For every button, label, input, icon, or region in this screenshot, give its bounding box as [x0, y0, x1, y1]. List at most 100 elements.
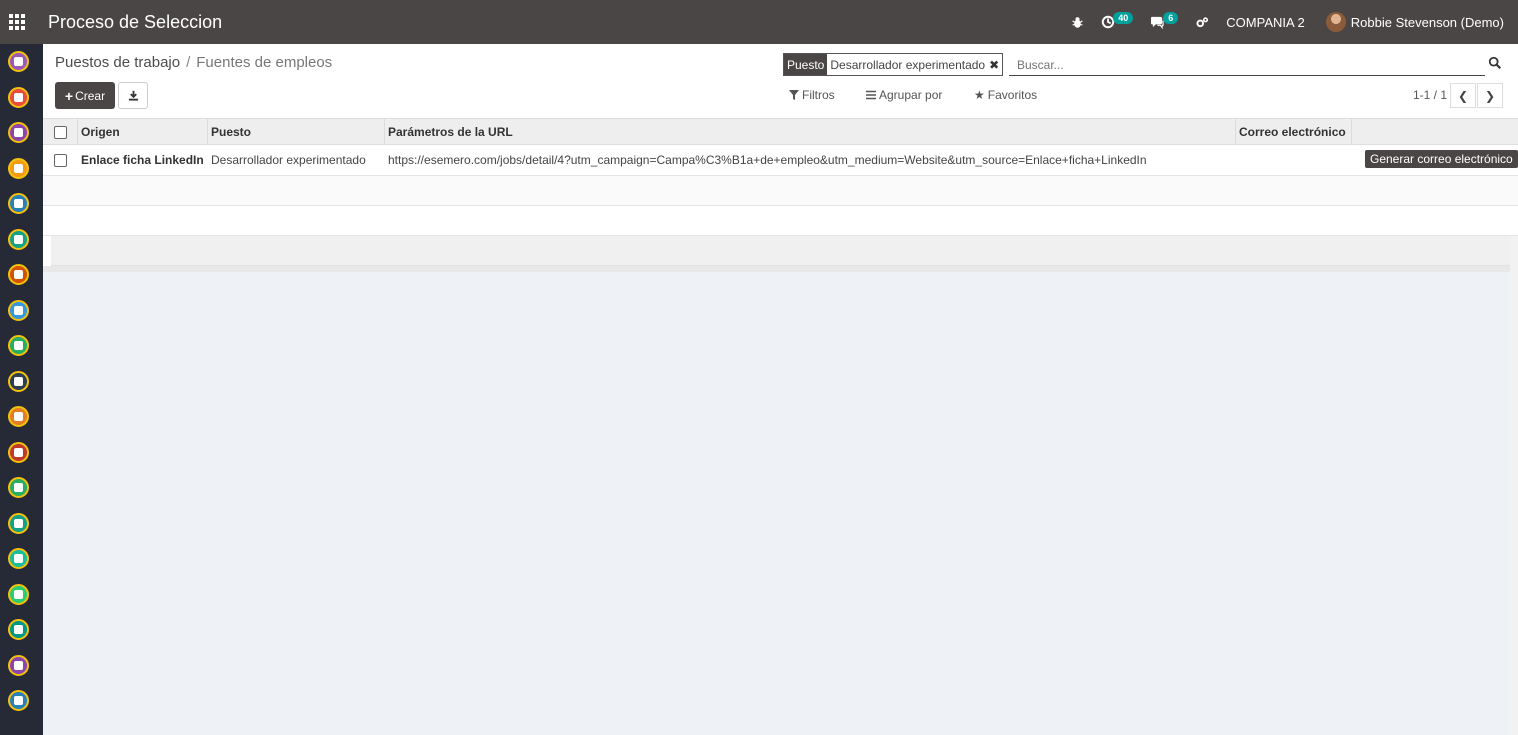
employees-app-icon-glyph: [14, 376, 23, 386]
website-app-icon[interactable]: [8, 477, 29, 498]
contacts-app-icon-glyph: [14, 163, 23, 173]
row-checkbox[interactable]: [54, 153, 67, 167]
filters-dropdown[interactable]: Filtros: [789, 88, 835, 102]
empty-row: [43, 206, 1518, 236]
project-app-icon-glyph: [14, 234, 23, 244]
column-header-puesto[interactable]: Puesto: [208, 119, 385, 145]
timeoff-app-icon[interactable]: [8, 406, 29, 427]
pager-next-button[interactable]: ❯: [1477, 83, 1503, 108]
calendar-app-icon-glyph: [14, 92, 23, 102]
app-sidebar: [0, 44, 43, 735]
user-name: Robbie Stevenson (Demo): [1350, 14, 1504, 30]
pager-value[interactable]: 1-1 / 1: [1413, 88, 1447, 102]
column-header-email[interactable]: Correo electrónico: [1236, 119, 1352, 145]
inventory-app-icon-glyph: [14, 447, 23, 457]
list-view: Origen Puesto Parámetros de la URL Corre…: [43, 118, 1518, 272]
top-navbar: Proceso de Seleccion 40 6 COMPANIA 2 Rob…: [0, 0, 1518, 44]
bug-icon: [1072, 16, 1083, 28]
company-name[interactable]: COMPANIA 2: [1226, 15, 1305, 30]
facet-label: Puesto: [784, 54, 828, 75]
empty-row: [43, 176, 1518, 206]
documents-app-icon[interactable]: [8, 264, 29, 285]
table-row[interactable]: Enlace ficha LinkedIn Desarrollador expe…: [43, 145, 1518, 176]
control-panel: Puestos de trabajo / Fuentes de empleos + …: [43, 44, 1518, 118]
scrollbar[interactable]: [1510, 236, 1518, 735]
contacts-app-icon[interactable]: [8, 157, 29, 179]
inventory-app-icon[interactable]: [8, 441, 29, 463]
calendar-app-icon[interactable]: [8, 86, 29, 108]
select-all-cell: [43, 119, 78, 145]
row-select-cell: [43, 145, 78, 175]
invoicing-app-icon-glyph: [14, 554, 23, 563]
cell-puesto[interactable]: Desarrollador experimentado: [208, 145, 385, 175]
group-by-dropdown[interactable]: Agrupar por: [866, 88, 942, 102]
create-button-label: Crear: [75, 88, 106, 103]
bars-icon: [866, 90, 876, 100]
generate-email-button[interactable]: Generar correo electrónico: [1365, 150, 1518, 168]
dashboard-app-icon-glyph: [14, 341, 23, 350]
expenses-app-icon-glyph: [14, 518, 23, 528]
pager-previous-button[interactable]: ❮: [1450, 83, 1476, 108]
events-app-icon[interactable]: [8, 619, 29, 640]
group-by-label: Agrupar por: [879, 88, 943, 102]
table-bottom-strip: [43, 266, 1518, 272]
cell-url[interactable]: https://esemero.com/jobs/detail/4?utm_ca…: [385, 145, 1236, 175]
website-app-icon-glyph: [14, 483, 23, 492]
activities-button[interactable]: 40: [1101, 12, 1134, 29]
documents-app-icon-glyph: [14, 270, 23, 279]
timeoff-app-icon-glyph: [14, 412, 23, 421]
breadcrumb-current: Fuentes de empleos: [196, 54, 333, 71]
select-all-checkbox[interactable]: [53, 125, 67, 139]
debug-button[interactable]: [1071, 16, 1084, 29]
apps-menu-button[interactable]: [0, 0, 34, 44]
survey-app-icon-glyph: [14, 589, 23, 599]
messages-button[interactable]: 6: [1150, 12, 1179, 29]
gears-icon: [1196, 16, 1209, 27]
apps-grid-icon: [9, 14, 25, 30]
user-menu[interactable]: Robbie Stevenson (Demo): [1325, 12, 1504, 32]
company-switcher[interactable]: [1195, 16, 1209, 29]
close-icon[interactable]: ✖: [989, 58, 999, 72]
search-input[interactable]: [1009, 54, 1485, 76]
breadcrumb-separator: /: [186, 54, 191, 71]
crm-app-icon[interactable]: [8, 193, 29, 214]
cell-origen[interactable]: Enlace ficha LinkedIn: [78, 145, 208, 175]
table-header: Origen Puesto Parámetros de la URL Corre…: [43, 118, 1518, 145]
events-app-icon-glyph: [14, 625, 23, 634]
expenses-app-icon[interactable]: [8, 512, 29, 534]
export-button[interactable]: [118, 82, 148, 109]
favorites-label: Favoritos: [987, 88, 1038, 102]
settings-app-icon[interactable]: [8, 690, 29, 711]
notes-app-icon[interactable]: [8, 122, 29, 143]
activity-count-badge: 40: [1113, 12, 1134, 24]
sales-app-icon-glyph: [14, 305, 23, 315]
fleet-app-icon-glyph: [14, 660, 23, 670]
crm-app-icon-glyph: [14, 199, 23, 208]
cell-email[interactable]: [1236, 145, 1352, 175]
recruitment-app-icon[interactable]: [8, 51, 29, 72]
search-icon[interactable]: [1488, 56, 1502, 70]
breadcrumb-parent[interactable]: Puestos de trabajo: [55, 54, 180, 71]
app-title[interactable]: Proceso de Seleccion: [48, 12, 222, 33]
sales-app-icon[interactable]: [8, 299, 29, 321]
breadcrumb: Puestos de trabajo / Fuentes de empleos: [55, 54, 332, 71]
survey-app-icon[interactable]: [8, 583, 29, 605]
avatar: [1325, 12, 1346, 32]
project-app-icon[interactable]: [8, 228, 29, 250]
employees-app-icon[interactable]: [8, 370, 29, 392]
notes-app-icon-glyph: [14, 128, 23, 137]
chevron-left-icon: ❮: [1457, 88, 1469, 103]
fleet-app-icon[interactable]: [8, 654, 29, 676]
favorites-dropdown[interactable]: ★ Favoritos: [974, 88, 1037, 102]
column-header-origen[interactable]: Origen: [78, 119, 208, 145]
create-button[interactable]: + Crear: [55, 82, 115, 109]
column-header-url[interactable]: Parámetros de la URL: [385, 119, 1236, 145]
chevron-right-icon: ❯: [1484, 88, 1496, 103]
filter-icon: [789, 90, 799, 100]
settings-app-icon-glyph: [14, 696, 23, 705]
invoicing-app-icon[interactable]: [8, 548, 29, 569]
facet-value-text: Desarrollador experimentado: [830, 57, 986, 72]
facet-value: Desarrollador experimentado ✖: [827, 54, 1003, 75]
plus-icon: +: [64, 87, 74, 104]
dashboard-app-icon[interactable]: [8, 335, 29, 356]
